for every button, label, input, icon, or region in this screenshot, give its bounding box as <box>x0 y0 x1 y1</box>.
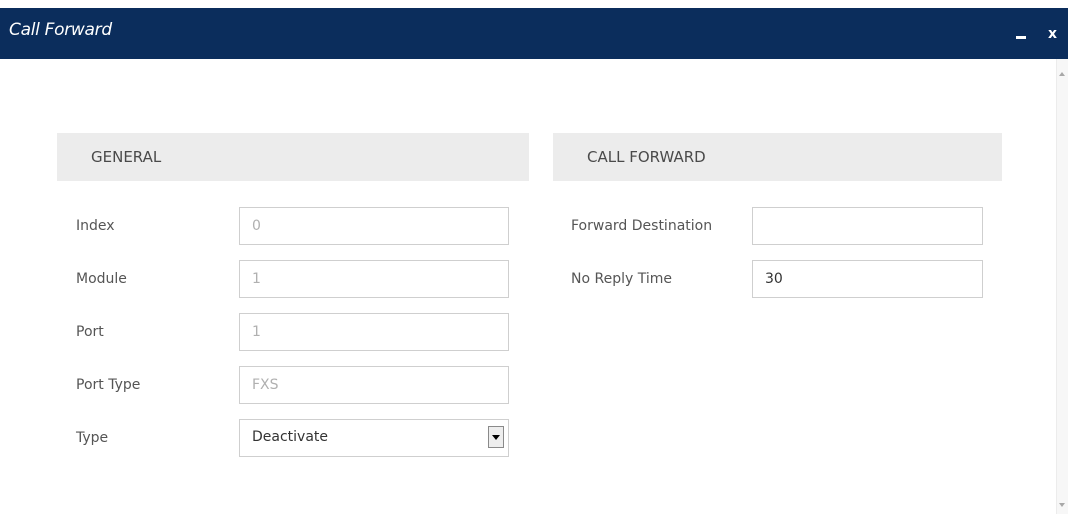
index-field[interactable] <box>239 207 509 245</box>
scroll-up-icon[interactable] <box>1059 72 1065 76</box>
port-type-label: Port Type <box>76 377 141 393</box>
scroll-down-icon[interactable] <box>1059 503 1065 507</box>
general-section-header: GENERAL <box>57 133 529 181</box>
type-label: Type <box>76 430 109 446</box>
port-type-field[interactable] <box>239 366 509 404</box>
close-icon[interactable]: x <box>1048 26 1057 42</box>
type-select[interactable]: Deactivate <box>239 419 509 457</box>
no-reply-time-field[interactable] <box>752 260 983 298</box>
no-reply-time-label: No Reply Time <box>571 271 672 287</box>
module-field[interactable] <box>239 260 509 298</box>
module-label: Module <box>76 271 127 287</box>
dialog-titlebar: Call Forward x <box>0 8 1068 59</box>
forward-destination-label: Forward Destination <box>571 218 713 234</box>
port-label: Port <box>76 324 104 340</box>
minimize-icon[interactable] <box>1016 36 1026 39</box>
index-label: Index <box>76 218 115 234</box>
type-select-value: Deactivate <box>252 429 329 445</box>
forward-destination-field[interactable] <box>752 207 983 245</box>
vertical-scrollbar[interactable] <box>1056 59 1068 514</box>
chevron-down-icon[interactable] <box>488 426 504 448</box>
port-field[interactable] <box>239 313 509 351</box>
dialog-title: Call Forward <box>9 20 112 40</box>
call-forward-section-header: CALL FORWARD <box>553 133 1002 181</box>
